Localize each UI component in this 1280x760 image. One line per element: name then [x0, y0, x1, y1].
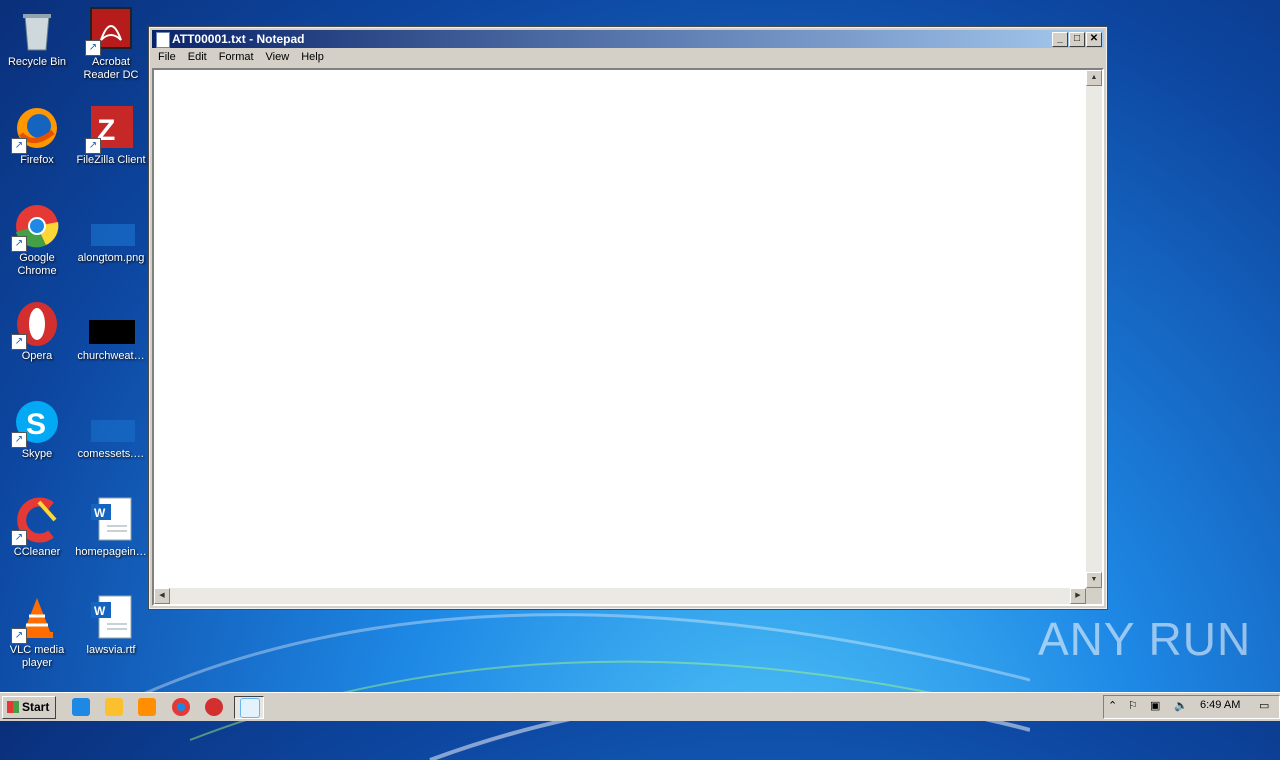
- maximize-button[interactable]: □: [1069, 32, 1085, 47]
- show-hidden-icons-icon[interactable]: ⌃: [1108, 699, 1117, 712]
- desktop-icon-chrome[interactable]: ↗ Google Chrome: [0, 202, 74, 278]
- vlc-icon: ↗: [11, 594, 61, 644]
- desktop-icon-label: CCleaner: [13, 546, 61, 558]
- shortcut-arrow-icon: ↗: [11, 334, 27, 350]
- internet-explorer-icon[interactable]: [72, 698, 90, 716]
- desktop-icon-label: alongtom.png: [77, 252, 145, 264]
- acrobat-reader-icon: ↗: [85, 6, 135, 56]
- desktop-icon-label: Recycle Bin: [7, 56, 67, 68]
- menu-bar: File Edit Format View Help: [152, 49, 1104, 67]
- desktop-icon-label: Skype: [21, 448, 53, 460]
- menu-help[interactable]: Help: [295, 49, 330, 65]
- notepad-window[interactable]: ATT00001.txt - Notepad _ □ ✕ File Edit For…: [148, 26, 1108, 610]
- action-center-flag-icon[interactable]: ⚐: [1128, 699, 1138, 712]
- editor-content: [154, 70, 1102, 74]
- volume-icon[interactable]: 🔈: [1174, 699, 1188, 712]
- desktop-icon-comessets[interactable]: comessets.…: [74, 398, 148, 461]
- text-editor-area[interactable]: ▲ ▼ ◀ ▶: [152, 68, 1104, 606]
- horizontal-scrollbar[interactable]: ◀ ▶: [154, 588, 1086, 604]
- scroll-down-button[interactable]: ▼: [1086, 572, 1102, 588]
- desktop-icon-label: lawsvia.rtf: [86, 644, 136, 656]
- menu-format[interactable]: Format: [213, 49, 260, 65]
- resize-grip[interactable]: [1086, 588, 1102, 604]
- desktop-icon-label: Acrobat Reader DC: [83, 56, 139, 81]
- desktop-icon-homepagein[interactable]: W homepagein…: [74, 496, 148, 559]
- start-label: Start: [22, 700, 50, 714]
- svg-text:W: W: [94, 604, 106, 618]
- opera-taskbar-icon[interactable]: [205, 698, 223, 716]
- show-desktop-icon[interactable]: ▭: [1259, 699, 1269, 712]
- desktop-icon-skype[interactable]: S ↗ Skype: [0, 398, 74, 461]
- desktop-icon-alongtom[interactable]: alongtom.png: [74, 202, 148, 265]
- menu-edit[interactable]: Edit: [182, 49, 213, 65]
- window-titlebar[interactable]: ATT00001.txt - Notepad _ □ ✕: [152, 30, 1104, 48]
- desktop-icon-label: comessets.…: [77, 448, 145, 460]
- minimize-button[interactable]: _: [1052, 32, 1068, 47]
- clock[interactable]: 6:49 AM: [1200, 699, 1240, 711]
- network-icon[interactable]: ▣: [1150, 699, 1160, 712]
- desktop-icon-lawsvia[interactable]: W lawsvia.rtf: [74, 594, 148, 657]
- windows-logo-icon: [7, 701, 19, 713]
- window-title: ATT00001.txt - Notepad: [172, 32, 305, 46]
- taskbar: Start ⌃ ⚐ ▣ 🔈 6:49 AM ▭: [0, 692, 1280, 721]
- notepad-icon: [156, 32, 170, 48]
- desktop-icon-label: Firefox: [20, 154, 54, 166]
- vertical-scrollbar[interactable]: ▲ ▼: [1086, 70, 1102, 588]
- desktop-icon-label: homepagein…: [75, 546, 147, 558]
- word-document-icon: W: [87, 594, 135, 642]
- desktop-icon-label: FileZilla Client: [76, 154, 146, 166]
- notepad-task-button[interactable]: [234, 696, 264, 719]
- desktop-icon-opera[interactable]: ↗ Opera: [0, 300, 74, 363]
- recycle-bin-icon: [13, 6, 61, 54]
- png-file-icon: [87, 202, 135, 250]
- close-button[interactable]: ✕: [1086, 32, 1102, 47]
- notepad-taskbar-icon: [240, 698, 260, 718]
- desktop-icon-label: churchweat…: [77, 350, 145, 362]
- image-file-icon: [87, 300, 135, 348]
- desktop-icon-filezilla[interactable]: Z ↗ FileZilla Client: [74, 104, 148, 167]
- desktop-icon-churchweat[interactable]: churchweat…: [74, 300, 148, 363]
- filezilla-icon: Z ↗: [85, 104, 135, 154]
- skype-icon: S ↗: [11, 398, 61, 448]
- scroll-left-button[interactable]: ◀: [154, 588, 170, 604]
- file-explorer-icon[interactable]: [105, 698, 123, 716]
- desktop-icon-recycle-bin[interactable]: Recycle Bin: [0, 6, 74, 69]
- svg-text:W: W: [94, 506, 106, 520]
- file-icon: [87, 398, 135, 446]
- scroll-right-button[interactable]: ▶: [1070, 588, 1086, 604]
- menu-file[interactable]: File: [152, 49, 182, 65]
- shortcut-arrow-icon: ↗: [11, 530, 27, 546]
- ccleaner-icon: ↗: [11, 496, 61, 546]
- shortcut-arrow-icon: ↗: [11, 138, 27, 154]
- shortcut-arrow-icon: ↗: [11, 432, 27, 448]
- desktop-icon-ccleaner[interactable]: ↗ CCleaner: [0, 496, 74, 559]
- shortcut-arrow-icon: ↗: [11, 236, 27, 252]
- desktop-icon-acrobat[interactable]: ↗ Acrobat Reader DC: [74, 6, 148, 82]
- shortcut-arrow-icon: ↗: [85, 138, 101, 154]
- start-button[interactable]: Start: [2, 696, 56, 719]
- chrome-icon: ↗: [11, 202, 61, 252]
- shortcut-arrow-icon: ↗: [85, 40, 101, 56]
- desktop-icon-label: Google Chrome: [17, 252, 57, 277]
- menu-view[interactable]: View: [260, 49, 296, 65]
- shortcut-arrow-icon: ↗: [11, 628, 27, 644]
- firefox-icon: ↗: [11, 104, 61, 154]
- desktop-icon-firefox[interactable]: ↗ Firefox: [0, 104, 74, 167]
- word-document-icon: W: [87, 496, 135, 544]
- desktop-icon-vlc[interactable]: ↗ VLC media player: [0, 594, 74, 670]
- chrome-taskbar-icon[interactable]: [172, 698, 190, 716]
- anyrun-watermark: ANY RUN: [1038, 613, 1252, 665]
- opera-icon: ↗: [11, 300, 61, 350]
- scroll-up-button[interactable]: ▲: [1086, 70, 1102, 86]
- desktop-icon-label: Opera: [21, 350, 53, 362]
- media-player-icon[interactable]: [138, 698, 156, 716]
- svg-text:S: S: [26, 408, 46, 441]
- system-tray: ⌃ ⚐ ▣ 🔈 6:49 AM ▭: [1103, 695, 1280, 719]
- desktop-icon-label: VLC media player: [9, 644, 65, 669]
